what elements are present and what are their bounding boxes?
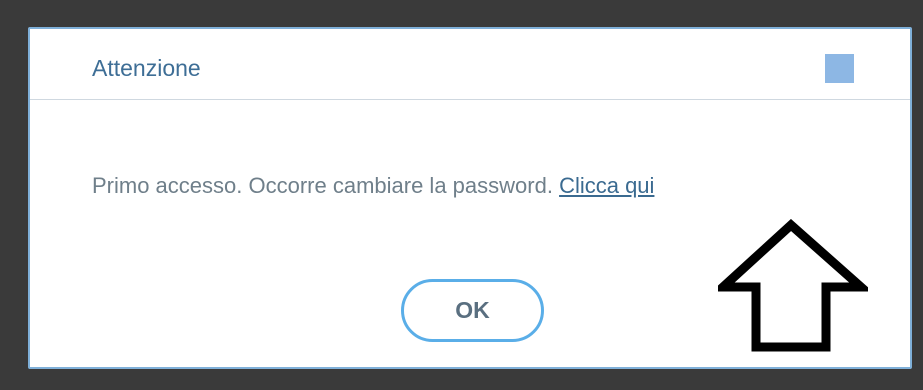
dialog-header: Attenzione <box>30 29 910 100</box>
attention-dialog: Attenzione Primo accesso. Occorre cambia… <box>28 27 912 369</box>
dialog-title: Attenzione <box>92 55 201 81</box>
ok-button[interactable]: OK <box>401 279 544 342</box>
dialog-message: Primo accesso. Occorre cambiare la passw… <box>92 173 654 199</box>
message-text: Primo accesso. Occorre cambiare la passw… <box>92 173 553 198</box>
change-password-link[interactable]: Clicca qui <box>559 173 654 198</box>
close-icon[interactable] <box>825 54 854 83</box>
window-top-bar <box>0 0 923 12</box>
